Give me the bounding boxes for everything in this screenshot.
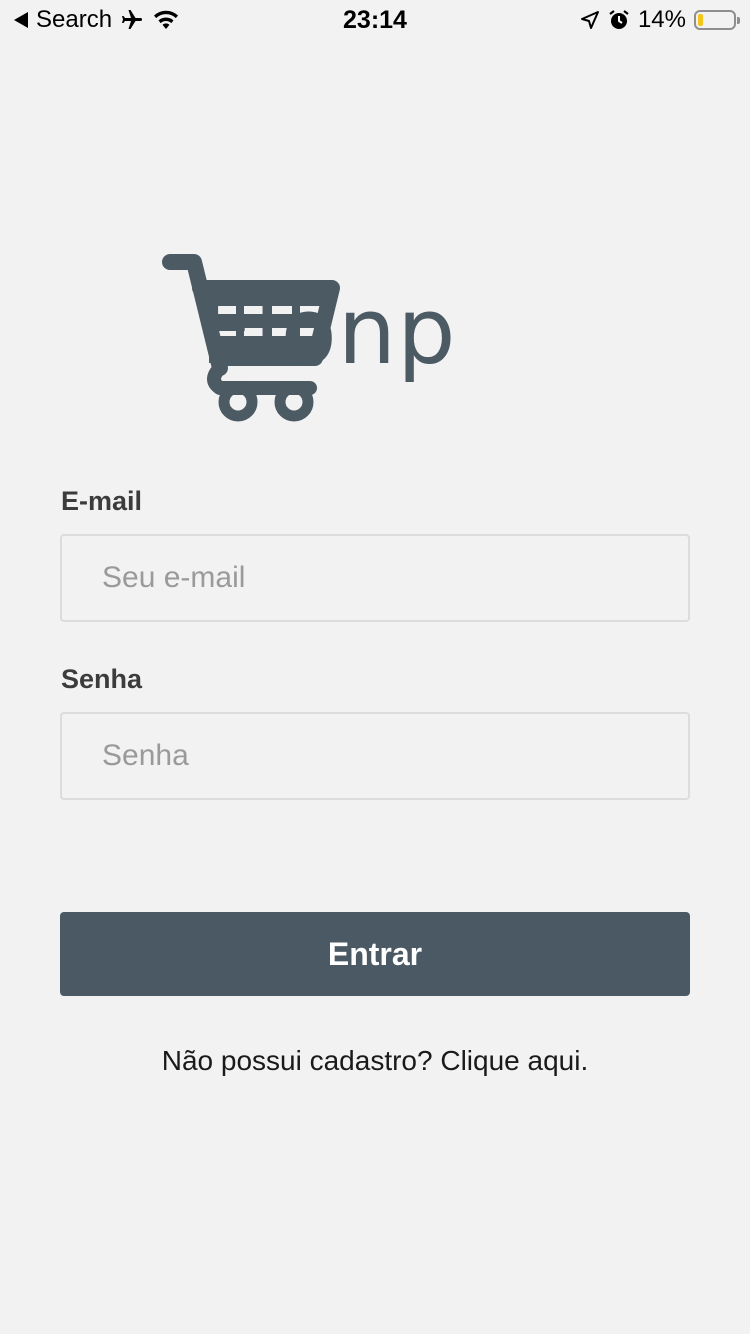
login-screen: Search 23:14 14% Flonp E-mail Seu e-mail… bbox=[0, 0, 750, 1334]
password-label: Senha bbox=[61, 664, 143, 694]
login-button[interactable]: Entrar bbox=[60, 912, 690, 996]
battery-percent: 14% bbox=[637, 6, 686, 33]
email-field[interactable] bbox=[60, 534, 690, 622]
alarm-icon bbox=[609, 10, 629, 29]
status-bar: Search 23:14 14% bbox=[0, 0, 750, 40]
battery-icon bbox=[694, 10, 740, 30]
app-logo-text: Flonp bbox=[200, 278, 457, 385]
email-label: E-mail bbox=[61, 486, 143, 516]
status-bar-right: 14% bbox=[580, 6, 740, 34]
register-link[interactable]: Não possui cadastro? Clique aqui. bbox=[0, 1045, 750, 1077]
password-field[interactable] bbox=[60, 712, 690, 800]
location-arrow-icon bbox=[580, 11, 599, 29]
battery-level-fill bbox=[698, 14, 704, 26]
